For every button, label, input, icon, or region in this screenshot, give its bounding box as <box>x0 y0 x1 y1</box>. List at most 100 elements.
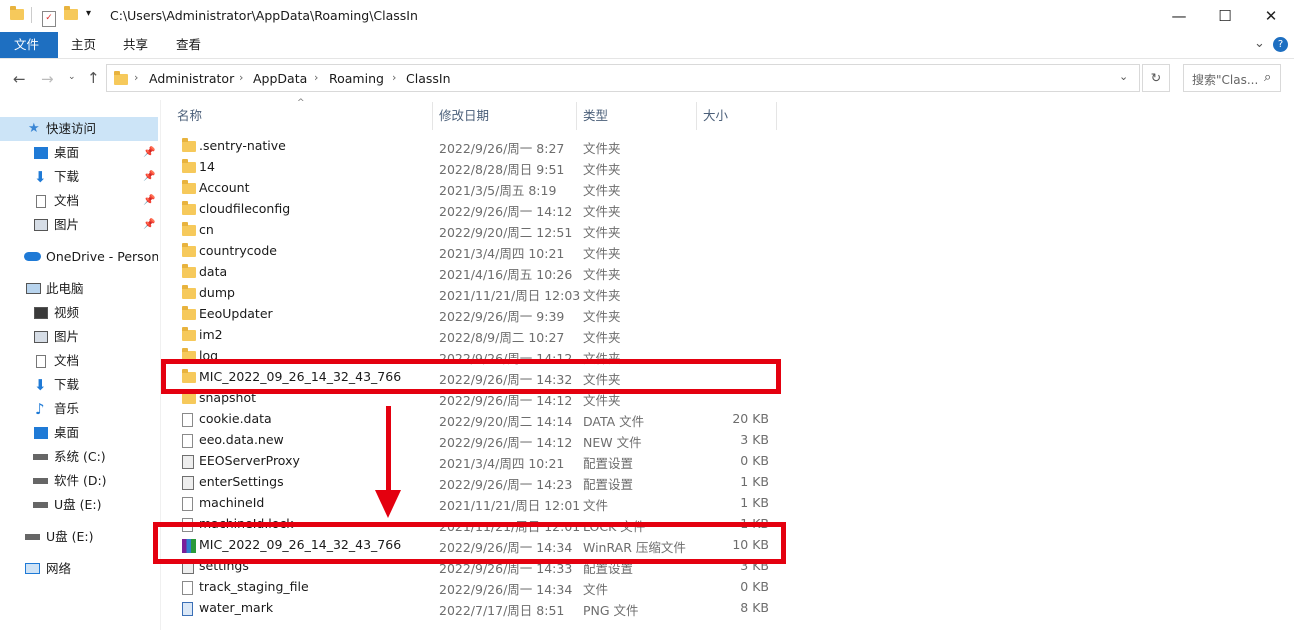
sidebar-item-downloads[interactable]: ⬇ 下载 📌 <box>0 165 158 189</box>
file-row[interactable]: Account 2021/3/5/周五 8:19 文件夹 <box>170 177 778 198</box>
chevron-right-icon[interactable]: › <box>392 71 396 84</box>
breadcrumb-appdata[interactable]: AppData <box>253 71 307 86</box>
back-arrow-icon[interactable]: ← <box>13 70 26 88</box>
folder-icon <box>182 264 196 281</box>
column-header-date[interactable]: 修改日期 <box>439 102 489 130</box>
file-row[interactable]: im2 2022/8/9/周二 10:27 文件夹 <box>170 324 778 345</box>
sidebar-item-drive-c[interactable]: 系统 (C:) <box>0 445 158 469</box>
sidebar-item-network[interactable]: 网络 <box>0 557 158 581</box>
file-name: countrycode <box>199 243 277 258</box>
refresh-icon: ↻ <box>1150 70 1162 85</box>
file-row[interactable]: cn 2022/9/20/周二 12:51 文件夹 <box>170 219 778 240</box>
file-size: 1 KB <box>740 474 769 489</box>
maximize-button[interactable]: ☐ <box>1202 0 1248 32</box>
sidebar-item-usb-e[interactable]: U盘 (E:) <box>0 525 158 549</box>
address-bar[interactable]: › Administrator › AppData › Roaming › Cl… <box>106 64 1140 92</box>
sidebar-item-onedrive[interactable]: OneDrive - Persona <box>0 245 158 269</box>
file-row[interactable]: .sentry-native 2022/9/26/周一 8:27 文件夹 <box>170 135 778 156</box>
tab-view[interactable]: 查看 <box>162 32 215 58</box>
file-date: 2022/9/26/周一 14:34 <box>439 582 573 597</box>
chevron-right-icon[interactable]: › <box>239 71 243 84</box>
sidebar-item-label: 桌面 <box>54 425 80 440</box>
file-row[interactable]: cloudfileconfig 2022/9/26/周一 14:12 文件夹 <box>170 198 778 219</box>
column-divider[interactable] <box>432 102 433 130</box>
column-divider[interactable] <box>696 102 697 130</box>
up-arrow-icon[interactable]: ↑ <box>87 69 100 87</box>
folder-icon <box>182 285 196 302</box>
file-row[interactable]: countrycode 2021/3/4/周四 10:21 文件夹 <box>170 240 778 261</box>
minimize-button[interactable]: — <box>1156 0 1202 32</box>
new-folder-icon[interactable] <box>64 6 78 24</box>
column-header-type[interactable]: 类型 <box>583 102 608 130</box>
column-header-name[interactable]: 名称 <box>177 102 202 130</box>
sidebar-item-videos[interactable]: 视频 <box>0 301 158 325</box>
chevron-right-icon[interactable]: › <box>134 71 138 84</box>
breadcrumb-classin[interactable]: ClassIn <box>406 71 451 86</box>
sidebar-item-downloads[interactable]: ⬇ 下载 <box>0 373 158 397</box>
properties-icon[interactable]: ✓ <box>42 8 56 27</box>
file-row[interactable]: 14 2022/8/28/周日 9:51 文件夹 <box>170 156 778 177</box>
file-row[interactable]: track_staging_file 2022/9/26/周一 14:34 文件 0 … <box>170 576 778 597</box>
file-type: 文件夹 <box>583 309 621 324</box>
tab-home[interactable]: 主页 <box>57 32 110 58</box>
annotation-arrow <box>386 406 391 492</box>
file-row[interactable]: EeoUpdater 2022/9/26/周一 9:39 文件夹 <box>170 303 778 324</box>
sidebar-item-this-pc[interactable]: 此电脑 <box>0 277 158 301</box>
forward-arrow-icon[interactable]: → <box>41 70 54 88</box>
column-divider[interactable] <box>576 102 577 130</box>
file-type: 配置设置 <box>583 477 634 492</box>
sidebar-item-pictures[interactable]: 图片 📌 <box>0 213 158 237</box>
customize-quick-access-icon[interactable]: ▾ <box>86 8 91 24</box>
sidebar-item-drive-d[interactable]: 软件 (D:) <box>0 469 158 493</box>
file-row[interactable]: eeo.data.new 2022/9/26/周一 14:12 NEW 文件 3 KB <box>170 429 778 450</box>
sidebar-item-pictures[interactable]: 图片 <box>0 325 158 349</box>
ribbon-expand-icon[interactable]: ⌄ <box>1254 36 1265 51</box>
close-button[interactable]: ✕ <box>1248 0 1294 32</box>
file-row[interactable]: machineId 2021/11/21/周日 12:01 文件 1 KB <box>170 492 778 513</box>
search-icon[interactable]: ⌕ <box>1264 70 1271 85</box>
file-type: 文件夹 <box>583 288 621 303</box>
refresh-button[interactable]: ↻ <box>1142 64 1170 92</box>
tab-file[interactable]: 文件 <box>0 32 58 58</box>
folder-icon <box>114 71 128 88</box>
column-divider[interactable] <box>776 102 777 130</box>
search-input[interactable]: 搜索"Clas... ⌕ <box>1183 64 1281 92</box>
breadcrumb-roaming[interactable]: Roaming <box>329 71 384 86</box>
column-header-size[interactable]: 大小 <box>703 102 728 130</box>
breadcrumb-administrator[interactable]: Administrator <box>149 71 234 86</box>
sidebar-item-desktop[interactable]: 桌面 <box>0 421 158 445</box>
tab-share[interactable]: 共享 <box>109 32 162 58</box>
file-row[interactable]: data 2021/4/16/周五 10:26 文件夹 <box>170 261 778 282</box>
chevron-right-icon[interactable]: › <box>314 71 318 84</box>
file-row[interactable]: cookie.data 2022/9/20/周二 14:14 DATA 文件 20 K… <box>170 408 778 429</box>
file-name: cloudfileconfig <box>199 201 291 216</box>
file-icon <box>182 434 193 451</box>
sidebar-item-music[interactable]: ♪ 音乐 <box>0 397 158 421</box>
pin-icon[interactable]: 📌 <box>143 189 155 213</box>
pin-icon[interactable]: 📌 <box>143 165 155 189</box>
sidebar-item-desktop[interactable]: 桌面 📌 <box>0 141 158 165</box>
sidebar-item-documents[interactable]: 文档 <box>0 349 158 373</box>
drive-icon <box>33 478 48 484</box>
file-row[interactable]: enterSettings 2022/9/26/周一 14:23 配置设置 1 KB <box>170 471 778 492</box>
file-date: 2021/3/4/周四 10:21 <box>439 246 565 261</box>
sidebar-item-usb-e[interactable]: U盘 (E:) <box>0 493 158 517</box>
sidebar-item-label: 图片 <box>54 217 80 232</box>
sidebar-item-quick-access[interactable]: ★ 快速访问 <box>0 117 158 141</box>
file-row[interactable]: dump 2021/11/21/周日 12:03 文件夹 <box>170 282 778 303</box>
file-row[interactable]: water_mark 2022/7/17/周日 8:51 PNG 文件 8 KB <box>170 597 778 618</box>
address-dropdown-icon[interactable]: ⌄ <box>1119 70 1128 83</box>
recent-locations-icon[interactable]: ⌄ <box>68 72 76 82</box>
sidebar-item-label: 下载 <box>54 377 80 392</box>
pin-icon[interactable]: 📌 <box>143 141 155 165</box>
desktop-icon <box>34 427 48 439</box>
help-icon[interactable]: ? <box>1273 37 1288 52</box>
file-type: DATA 文件 <box>583 414 645 429</box>
file-name: data <box>199 264 228 279</box>
file-row[interactable]: EEOServerProxy 2021/3/4/周四 10:21 配置设置 0 KB <box>170 450 778 471</box>
pin-icon[interactable]: 📌 <box>143 213 155 237</box>
sidebar-item-documents[interactable]: 文档 📌 <box>0 189 158 213</box>
config-file-icon <box>182 455 194 472</box>
usb-drive-icon <box>25 534 40 540</box>
file-date: 2021/3/5/周五 8:19 <box>439 183 557 198</box>
